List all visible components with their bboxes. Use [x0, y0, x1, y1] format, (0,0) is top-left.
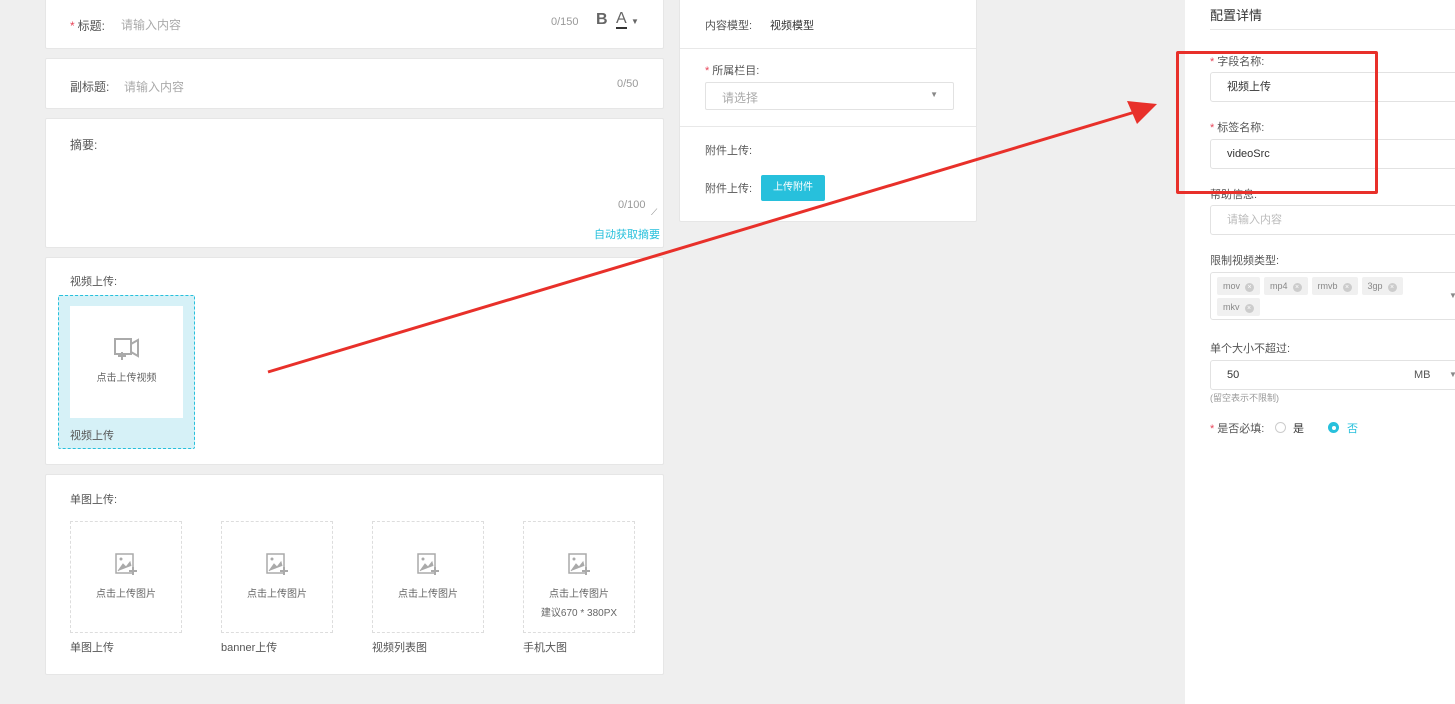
annotation-arrow-icon	[267, 101, 1157, 374]
